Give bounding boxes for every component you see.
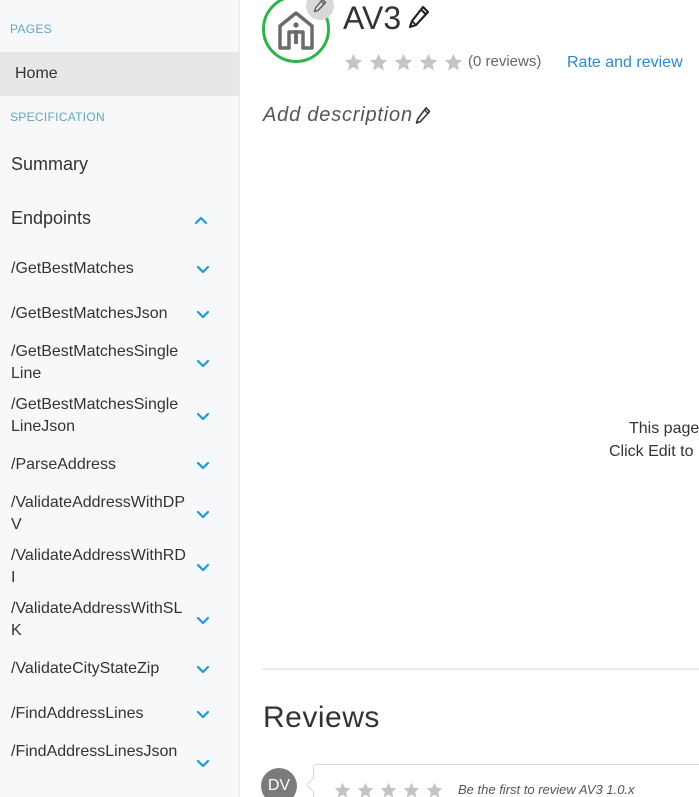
endpoint-item[interactable]: /FindAddressLinesJson: [11, 741, 186, 763]
avatar: DV: [261, 768, 297, 797]
empty-page-message: This page: [629, 420, 699, 437]
chevron-down-icon[interactable]: [195, 560, 211, 576]
star-icon[interactable]: [368, 52, 389, 73]
reviews-heading: Reviews: [263, 701, 380, 734]
endpoint-item[interactable]: /ValidateAddressWithRDI: [11, 545, 186, 589]
edit-description-pencil-icon[interactable]: [415, 106, 431, 126]
empty-page-hint: Click Edit to: [609, 443, 694, 460]
chevron-down-icon[interactable]: [195, 356, 211, 372]
star-icon[interactable]: [356, 781, 375, 797]
star-icon[interactable]: [443, 52, 464, 73]
edit-title-pencil-icon[interactable]: [408, 5, 430, 31]
main-content: AV3 (0 reviews) Rate and review Add desc…: [240, 0, 699, 797]
chevron-down-icon[interactable]: [195, 756, 211, 772]
nav-item-summary[interactable]: Summary: [11, 154, 88, 175]
star-icon[interactable]: [393, 52, 414, 73]
nav-item-home-label: Home: [15, 65, 58, 82]
chevron-down-icon[interactable]: [195, 507, 211, 523]
section-divider: [262, 668, 699, 670]
star-icon[interactable]: [425, 781, 444, 797]
add-description-link[interactable]: Add description: [263, 104, 413, 127]
chevron-up-icon[interactable]: [193, 212, 209, 228]
chevron-down-icon[interactable]: [195, 262, 211, 278]
star-icon[interactable]: [418, 52, 439, 73]
api-title: AV3: [343, 0, 402, 36]
endpoint-item[interactable]: /FindAddressLines: [11, 703, 186, 725]
endpoint-item[interactable]: /GetBestMatchesJson: [11, 303, 186, 325]
endpoint-item[interactable]: /ValidateAddressWithSLK: [11, 598, 186, 642]
endpoint-item[interactable]: /ParseAddress: [11, 454, 186, 476]
pencil-icon: [313, 0, 327, 13]
nav-item-endpoints[interactable]: Endpoints: [11, 208, 91, 229]
review-prompt[interactable]: Be the first to review AV3 1.0.x: [458, 782, 635, 797]
star-icon[interactable]: [402, 781, 421, 797]
avatar-initials: DV: [267, 777, 291, 794]
chevron-down-icon[interactable]: [195, 458, 211, 474]
star-icon[interactable]: [379, 781, 398, 797]
sidebar: PAGES Home SPECIFICATION Summary Endpoin…: [0, 0, 240, 797]
chevron-down-icon[interactable]: [195, 662, 211, 678]
chevron-down-icon[interactable]: [195, 409, 211, 425]
specification-section-header: SPECIFICATION: [10, 110, 106, 124]
nav-item-home[interactable]: Home: [0, 52, 239, 96]
endpoint-item[interactable]: /GetBestMatchesSingleLineJson: [11, 394, 186, 438]
star-icon[interactable]: [333, 781, 352, 797]
star-icon[interactable]: [343, 52, 364, 73]
chevron-down-icon[interactable]: [195, 307, 211, 323]
endpoint-item[interactable]: /ValidateCityStateZip: [11, 658, 186, 680]
chevron-down-icon[interactable]: [195, 707, 211, 723]
rate-and-review-link[interactable]: Rate and review: [567, 54, 683, 72]
rating-stars[interactable]: [343, 52, 464, 73]
review-rating-stars[interactable]: [333, 781, 444, 797]
endpoint-item[interactable]: /GetBestMatchesSingleLine: [11, 341, 186, 385]
pages-section-header: PAGES: [10, 22, 52, 36]
endpoint-item[interactable]: /ValidateAddressWithDPV: [11, 492, 186, 536]
chevron-down-icon[interactable]: [195, 613, 211, 629]
review-count: (0 reviews): [468, 53, 542, 70]
endpoint-item[interactable]: /GetBestMatches: [11, 258, 186, 280]
